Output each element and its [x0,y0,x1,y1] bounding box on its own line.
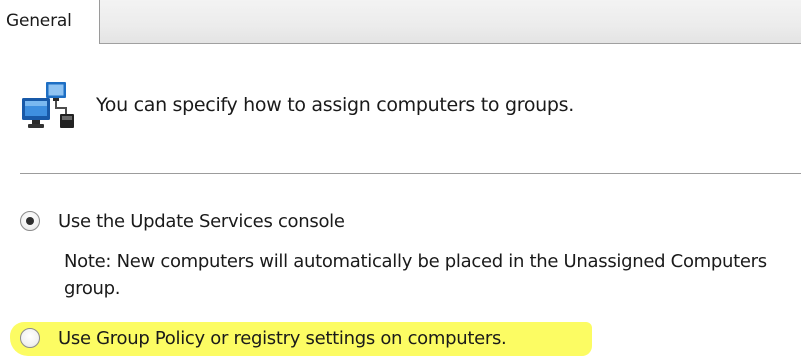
computers-network-icon [20,80,78,132]
option-update-services-console[interactable]: Use the Update Services console [20,207,345,235]
tab-strip: General [0,0,801,44]
intro-text: You can specify how to assign computers … [96,94,574,116]
option-group-policy-label: Use Group Policy or registry settings on… [58,327,507,349]
option-group-policy[interactable]: Use Group Policy or registry settings on… [20,324,507,352]
separator [20,173,801,174]
tab-strip-background [100,0,801,44]
option-update-services-console-label: Use the Update Services console [58,210,345,232]
radio-group-policy[interactable] [20,328,40,348]
option-note: Note: New computers will automatically b… [64,251,767,299]
tab-general-label: General [6,11,72,31]
tab-general[interactable]: General [0,0,100,44]
radio-update-services-console[interactable] [20,211,40,231]
